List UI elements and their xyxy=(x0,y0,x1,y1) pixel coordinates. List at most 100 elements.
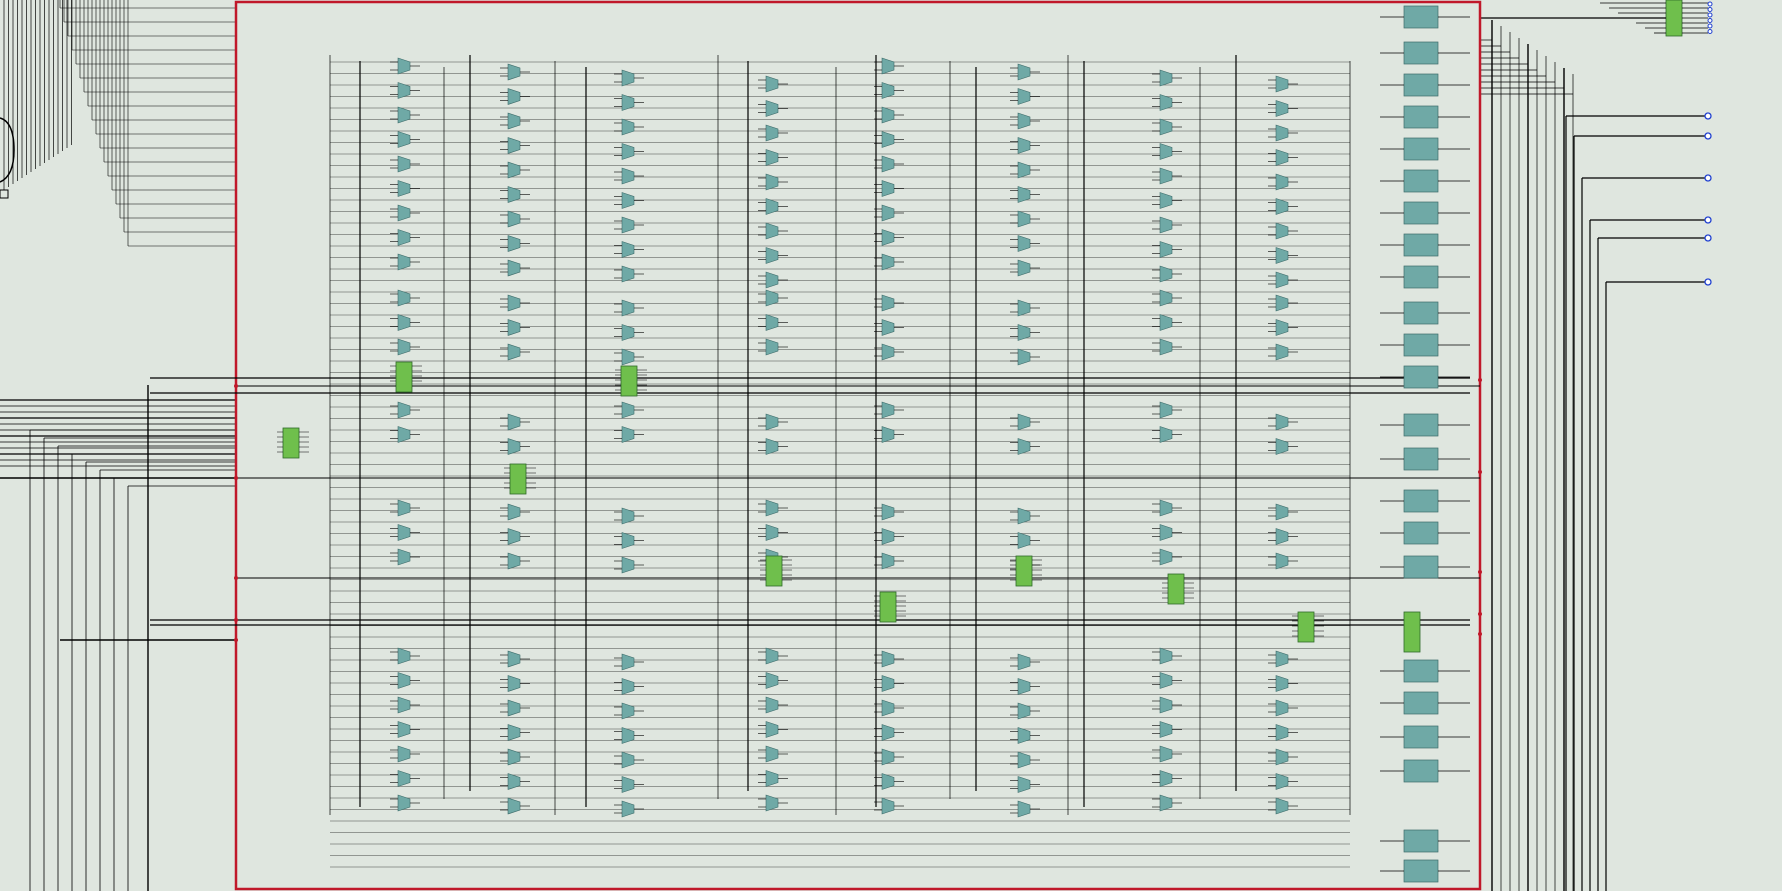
mux[interactable] xyxy=(390,314,420,331)
mux-body[interactable] xyxy=(507,63,521,81)
mux-body[interactable] xyxy=(1017,800,1031,818)
mux-body[interactable] xyxy=(507,797,521,815)
mux[interactable] xyxy=(614,556,644,574)
mux[interactable] xyxy=(1268,75,1298,93)
mux[interactable] xyxy=(614,800,644,818)
mux[interactable] xyxy=(1010,299,1040,317)
mux[interactable] xyxy=(390,155,420,173)
mux-body[interactable] xyxy=(765,524,779,541)
mux-body[interactable] xyxy=(765,438,779,455)
mux-body[interactable] xyxy=(765,413,779,431)
mux[interactable] xyxy=(500,773,530,790)
register-body[interactable] xyxy=(1403,829,1439,853)
mux-body[interactable] xyxy=(621,265,635,283)
mux[interactable] xyxy=(1268,247,1298,264)
register-body[interactable] xyxy=(1403,365,1439,389)
mux-body[interactable] xyxy=(507,210,521,228)
mux[interactable] xyxy=(874,401,904,419)
mux-body[interactable] xyxy=(1017,235,1031,252)
mux-body[interactable] xyxy=(1159,401,1173,419)
mux[interactable] xyxy=(1010,161,1040,179)
mux[interactable] xyxy=(1268,503,1298,521)
mux-body[interactable] xyxy=(1017,63,1031,81)
mux-body[interactable] xyxy=(507,259,521,277)
mux-body[interactable] xyxy=(1275,222,1289,240)
mux[interactable] xyxy=(1152,770,1182,787)
mux[interactable] xyxy=(390,253,420,271)
mux-body[interactable] xyxy=(1017,137,1031,154)
mux[interactable] xyxy=(614,118,644,136)
mux[interactable] xyxy=(1268,319,1298,336)
mux-body[interactable] xyxy=(507,319,521,336)
output-register[interactable] xyxy=(1380,105,1470,129)
register-body[interactable] xyxy=(1403,233,1439,257)
mux-body[interactable] xyxy=(397,338,411,356)
mux[interactable] xyxy=(1010,438,1040,455)
mux-body[interactable] xyxy=(1017,438,1031,455)
mux-body[interactable] xyxy=(1017,702,1031,720)
mux[interactable] xyxy=(758,721,788,738)
mux[interactable] xyxy=(390,229,420,246)
mux-body[interactable] xyxy=(507,438,521,455)
output-register[interactable] xyxy=(1380,521,1470,545)
mux[interactable] xyxy=(500,528,530,545)
mux[interactable] xyxy=(874,748,904,766)
mux-body[interactable] xyxy=(397,524,411,541)
mux-body[interactable] xyxy=(1017,112,1031,130)
mux[interactable] xyxy=(874,294,904,312)
mux-body[interactable] xyxy=(621,727,635,744)
register-body[interactable] xyxy=(1403,137,1439,161)
output-register[interactable] xyxy=(1380,137,1470,161)
mux-body[interactable] xyxy=(1159,314,1173,331)
mux-body[interactable] xyxy=(397,745,411,763)
mux-body[interactable] xyxy=(881,106,895,124)
mux[interactable] xyxy=(614,653,644,671)
mux-body[interactable] xyxy=(507,773,521,790)
mux[interactable] xyxy=(1152,118,1182,136)
block-icon[interactable] xyxy=(620,365,638,397)
mux[interactable] xyxy=(758,499,788,517)
mux-body[interactable] xyxy=(1159,548,1173,566)
mux[interactable] xyxy=(758,672,788,689)
mux-body[interactable] xyxy=(1275,413,1289,431)
output-port-icon[interactable] xyxy=(1707,7,1713,12)
mux[interactable] xyxy=(500,724,530,741)
register-body[interactable] xyxy=(1403,759,1439,783)
mux-body[interactable] xyxy=(881,155,895,173)
mux[interactable] xyxy=(1268,748,1298,766)
output-register[interactable] xyxy=(1380,725,1470,749)
register-body[interactable] xyxy=(1403,265,1439,289)
output-register[interactable] xyxy=(1380,489,1470,513)
mux-body[interactable] xyxy=(1017,751,1031,769)
register-body[interactable] xyxy=(1403,5,1439,29)
mux-body[interactable] xyxy=(507,137,521,154)
output-register[interactable] xyxy=(1380,5,1470,29)
mux[interactable] xyxy=(874,773,904,790)
mux[interactable] xyxy=(1268,797,1298,815)
mux[interactable] xyxy=(500,413,530,431)
mux-body[interactable] xyxy=(1159,794,1173,812)
mux-body[interactable] xyxy=(1275,748,1289,766)
output-port-icon[interactable] xyxy=(1707,12,1713,18)
mux[interactable] xyxy=(614,299,644,317)
mux[interactable] xyxy=(614,216,644,234)
mux-body[interactable] xyxy=(621,426,635,443)
mux-body[interactable] xyxy=(397,253,411,271)
controller-block[interactable] xyxy=(760,555,792,587)
mux-body[interactable] xyxy=(1017,678,1031,695)
mux-body[interactable] xyxy=(397,770,411,787)
mux-body[interactable] xyxy=(1017,88,1031,105)
output-port-icon[interactable] xyxy=(1704,278,1712,286)
mux[interactable] xyxy=(874,106,904,124)
mux-body[interactable] xyxy=(1017,776,1031,793)
output-port-icon[interactable] xyxy=(1707,18,1713,23)
mux-body[interactable] xyxy=(881,294,895,312)
mux-body[interactable] xyxy=(765,499,779,517)
mux-body[interactable] xyxy=(397,794,411,812)
mux-body[interactable] xyxy=(621,678,635,695)
mux[interactable] xyxy=(874,426,904,443)
block-icon[interactable] xyxy=(395,361,413,393)
mux[interactable] xyxy=(500,650,530,668)
mux-body[interactable] xyxy=(621,348,635,366)
mux-body[interactable] xyxy=(765,770,779,787)
